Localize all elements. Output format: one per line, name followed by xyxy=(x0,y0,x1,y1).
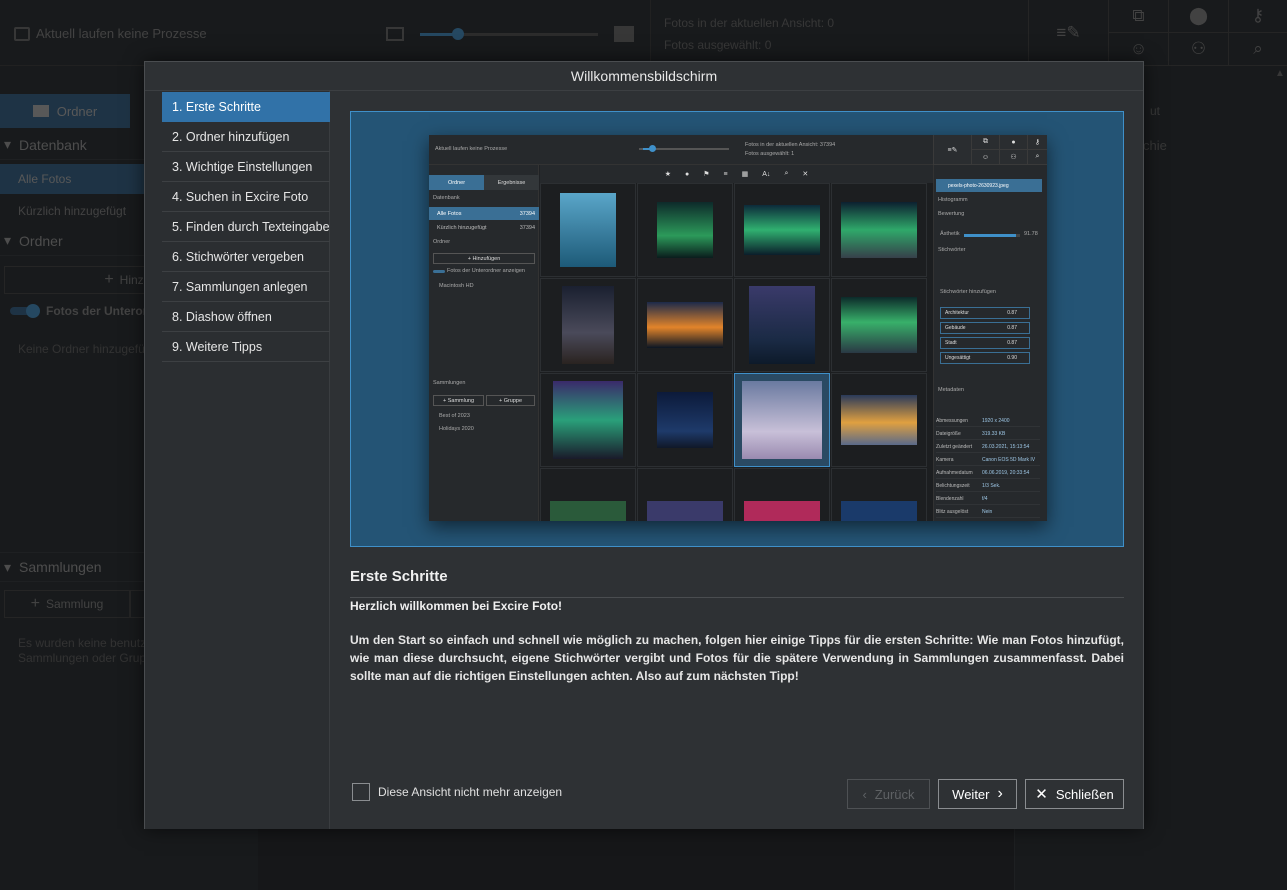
mini-meta-row: Blendenzahl f/4 xyxy=(936,493,1040,505)
app-screenshot-illustration: Aktuell laufen keine Prozesse Fotos in d… xyxy=(429,135,1047,521)
step-item-9[interactable]: 9. Weitere Tipps xyxy=(162,332,330,362)
mini-group-button: + Gruppe xyxy=(486,395,535,406)
mini-meta-row: Zuletzt geändert 26.03.2021, 15:13:54 xyxy=(936,441,1040,453)
step-item-5[interactable]: 5. Finden durch Texteingabe xyxy=(162,212,330,242)
content-title: Erste Schritte xyxy=(350,568,448,585)
chevron-right-icon: › xyxy=(997,785,1003,802)
mini-keyword: Stadt 0.87 xyxy=(940,337,1030,349)
mini-add-button: + Hinzufügen xyxy=(433,253,535,264)
step-content: Aktuell laufen keine Prozesse Fotos in d… xyxy=(330,91,1143,829)
mini-people-icon: ⚇ xyxy=(999,150,1027,165)
mini-row-recent: Kürzlich hinzugefügt 37394 xyxy=(437,224,535,231)
close-icon: ✕ xyxy=(1035,786,1048,803)
step-item-3[interactable]: 3. Wichtige Einstellungen xyxy=(162,152,330,182)
mini-key-icon: ⚷ xyxy=(1027,135,1047,150)
mini-aesthetic-value: 91.78 xyxy=(1024,231,1038,237)
checkbox-box[interactable] xyxy=(352,783,370,801)
mini-drive: Macintosh HD xyxy=(439,283,474,289)
next-button[interactable]: Weiter › xyxy=(938,779,1017,809)
step-item-8[interactable]: 8. Diashow öffnen xyxy=(162,302,330,332)
mini-edit-icon: ≡✎ xyxy=(933,135,971,165)
mini-meta-row: Abmessungen 1920 x 2400 xyxy=(936,415,1040,427)
welcome-dialog: Willkommensbildschirm 1. Erste Schritte … xyxy=(144,61,1144,829)
mini-section-collections: Sammlungen xyxy=(433,380,466,386)
step-item-2[interactable]: 2. Ordner hinzufügen xyxy=(162,122,330,152)
mini-collection-button: + Sammlung xyxy=(433,395,484,406)
mini-rating: Bewertung xyxy=(938,211,965,217)
mini-meta-row: Belichtungszeit 1/3 Sek. xyxy=(936,480,1040,492)
mini-meta-row: Kamera Canon EOS 5D Mark IV xyxy=(936,454,1040,466)
mini-section-folder: Ordner xyxy=(433,239,451,245)
mini-photos-in-view: Fotos in der aktuellen Ansicht: 37394 xyxy=(745,142,836,148)
content-divider xyxy=(350,597,1124,598)
mini-aesthetic-label: Ästhetik xyxy=(940,231,960,237)
mini-file-name: pexels-photo-2630923.jpeg xyxy=(936,179,1042,192)
mini-copy-icon: ⧉ xyxy=(971,135,999,150)
mini-face-icon: ☺ xyxy=(971,150,999,165)
mini-filter-toolbar: ★ ● ⚑ ≡ ▦ A↓ ⌕ ✕ xyxy=(540,165,933,183)
chevron-left-icon: ‹ xyxy=(862,786,867,802)
step-item-1[interactable]: 1. Erste Schritte xyxy=(162,92,330,122)
mini-histogram: Histogramm xyxy=(938,197,968,203)
mini-pin-icon: ● xyxy=(999,135,1027,150)
dont-show-again-checkbox[interactable]: Diese Ansicht nicht mehr anzeigen xyxy=(352,783,562,801)
mini-photo-grid xyxy=(540,183,933,521)
mini-search-icon: ⌕ xyxy=(1027,150,1047,165)
back-button[interactable]: ‹ Zurück xyxy=(847,779,930,809)
mini-meta-row: Aufnahmedatum 06.06.2019, 20:33:54 xyxy=(936,467,1040,479)
mini-section-database: Datenbank xyxy=(433,195,460,201)
preview-image: Aktuell laufen keine Prozesse Fotos in d… xyxy=(350,111,1124,547)
mini-meta-row: Blitz ausgelöst Nein xyxy=(936,506,1040,518)
mini-collection-2: Holidays 2020 xyxy=(439,426,474,432)
dialog-title: Willkommensbildschirm xyxy=(145,62,1143,91)
content-body: Um den Start so einfach und schnell wie … xyxy=(350,633,1124,683)
mini-keywords: Stichwörter xyxy=(938,247,966,253)
step-item-7[interactable]: 7. Sammlungen anlegen xyxy=(162,272,330,302)
mini-photos-selected: Fotos ausgewählt: 1 xyxy=(745,151,795,157)
mini-keyword-placeholder: Stichwörter hinzufügen xyxy=(940,289,996,295)
mini-subfolder-toggle: Fotos der Unterordner anzeigen xyxy=(447,268,525,274)
mini-keyword: Ungesättigt 0.90 xyxy=(940,352,1030,364)
step-item-4[interactable]: 4. Suchen in Excire Foto xyxy=(162,182,330,212)
mini-tab-folder: Ordner xyxy=(429,175,484,190)
mini-process-status: Aktuell laufen keine Prozesse xyxy=(435,146,508,152)
mini-meta-row: Dateigröße 319.33 KB xyxy=(936,428,1040,440)
step-item-6[interactable]: 6. Stichwörter vergeben xyxy=(162,242,330,272)
mini-keyword: Architektur 0.87 xyxy=(940,307,1030,319)
dont-show-again-label: Diese Ansicht nicht mehr anzeigen xyxy=(378,785,563,799)
mini-tab-results: Ergebnisse xyxy=(484,175,539,190)
content-subtitle: Herzlich willkommen bei Excire Foto! xyxy=(350,599,563,613)
close-button[interactable]: ✕ Schließen xyxy=(1025,779,1124,809)
mini-metadata: Metadaten xyxy=(938,387,964,393)
mini-row-all-photos: Alle Fotos 37394 xyxy=(429,207,539,220)
mini-keyword: Gebäude 0.87 xyxy=(940,322,1030,334)
step-list: 1. Erste Schritte 2. Ordner hinzufügen 3… xyxy=(145,91,330,829)
mini-collection-1: Best of 2023 xyxy=(439,413,470,419)
